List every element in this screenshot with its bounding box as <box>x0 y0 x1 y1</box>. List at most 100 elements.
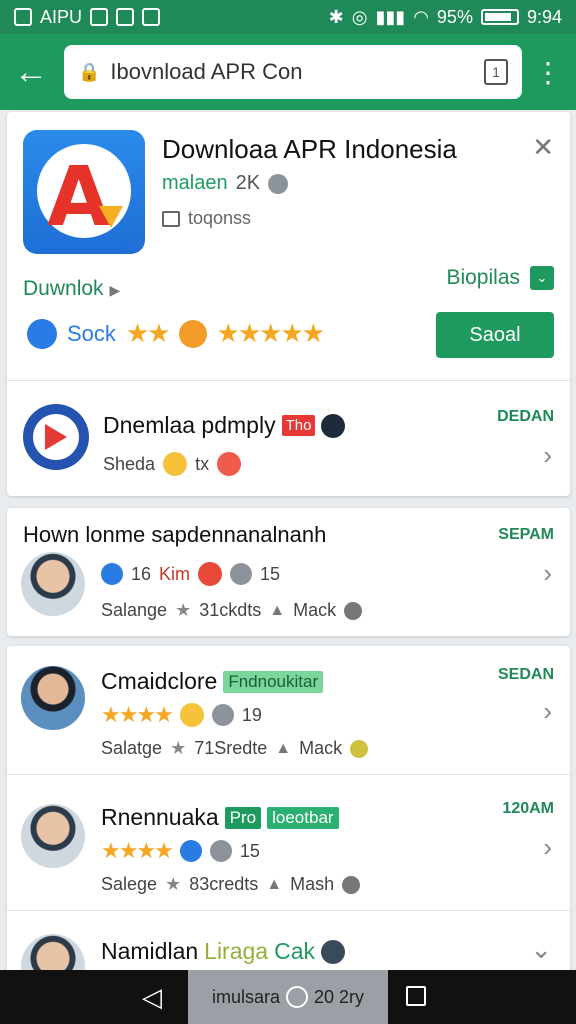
gallery-icon <box>142 8 161 26</box>
star-icon: ★ <box>175 600 192 620</box>
status-badge: Pro <box>224 806 262 829</box>
avatar[interactable] <box>21 552 85 616</box>
app-card: A Downloaa APR Indonesia ✕ malaen 2K toq… <box>7 112 570 496</box>
nav-text-a: imulsara <box>211 986 280 1007</box>
item-footer: Salege ★ 83credts ▲ Mash <box>101 874 361 895</box>
star-icon: ★ <box>165 874 182 894</box>
nav-home-area[interactable]: imulsara 20 2ry <box>188 970 388 1024</box>
timestamp: DEDAN <box>497 408 554 425</box>
avatar[interactable] <box>21 666 85 730</box>
mail-icon <box>116 8 135 26</box>
send-button[interactable]: Saoal <box>436 312 554 358</box>
battery-percent: 95% <box>436 6 473 27</box>
rating-row: ★★★★ 15 <box>101 838 260 864</box>
star-icon: ★ <box>170 738 187 758</box>
status-badge: Tho <box>281 415 316 436</box>
chevron-right-icon[interactable]: › <box>543 696 552 727</box>
developer-name[interactable]: malaen <box>162 172 228 195</box>
app-meta: malaen 2K <box>162 172 289 195</box>
item-sub-extra: tx <box>195 453 210 474</box>
reply-count: 19 <box>241 704 262 725</box>
user-icon <box>101 563 123 585</box>
close-icon[interactable]: ✕ <box>532 132 554 163</box>
divider <box>7 774 570 775</box>
clock: 9:94 <box>526 6 562 27</box>
reply-count: 15 <box>260 563 281 584</box>
divider <box>7 380 570 381</box>
emoji-icon <box>179 840 202 862</box>
badge-icon <box>178 319 207 348</box>
list-item-title[interactable]: Namidlan Liraga Cak <box>101 938 345 965</box>
chevron-right-icon[interactable]: › <box>543 440 552 471</box>
rating-count: 2K <box>235 172 261 194</box>
item-name: Dnemlaa pdmply <box>103 412 276 438</box>
item-name-b: Liraga <box>204 938 269 964</box>
rating-stars: ★★★★ <box>101 702 174 727</box>
url-bar[interactable]: 🔒 1 <box>64 45 522 99</box>
star-icon: ★★ <box>125 318 171 348</box>
battery-icon <box>480 9 519 25</box>
item-name: Cmaidclore <box>101 668 218 694</box>
category-icon <box>162 210 180 227</box>
footer-a: Salatge <box>101 738 163 758</box>
bioplas-toggle[interactable]: Biopilas ⌄ <box>446 266 554 290</box>
nav-back-icon[interactable]: ◁ <box>142 982 162 1013</box>
footer-b: 83credts <box>189 874 259 894</box>
status-badge: loeotbar <box>267 806 339 829</box>
globe-icon <box>27 318 57 349</box>
chevron-right-icon[interactable]: › <box>543 558 552 589</box>
emoji-icon <box>198 562 223 586</box>
footer-c: Mack <box>299 738 343 758</box>
emoji-icon <box>179 703 204 727</box>
user-list-card: Cmaidclore Fndnoukitar SEDAN ★★★★ 19 Sal… <box>7 646 570 998</box>
chevron-down-icon[interactable]: ⌄ <box>530 266 554 290</box>
emoji-icon <box>163 452 188 476</box>
photo-icon <box>14 8 32 26</box>
footer-a: Salange <box>101 600 168 620</box>
app-category: toqonss <box>162 208 251 229</box>
item-name-c: Cak <box>274 938 315 964</box>
sock-label[interactable]: Sock <box>67 321 116 347</box>
post-title: Hown lonme sapdennanalnanh <box>23 522 327 547</box>
download-link[interactable]: Duwnlok ▶ <box>23 277 120 301</box>
app-logo-icon[interactable]: A <box>23 130 145 254</box>
timestamp: SEDAN <box>497 666 554 683</box>
chevron-down-icon[interactable]: ⌄ <box>530 934 552 965</box>
play-arrow-icon: ▶ <box>109 282 121 298</box>
url-input[interactable] <box>110 59 474 85</box>
alarm-icon: ◎ <box>351 6 368 27</box>
signal-icon: ▮▮▮ <box>375 6 406 27</box>
home-icon[interactable] <box>286 986 308 1008</box>
rating-stars: ★★★★★ <box>216 318 326 348</box>
status-bar: AIPU ✱ ◎ ▮▮▮ ◠ 95% 9:94 <box>0 0 576 34</box>
comment-icon <box>230 563 253 585</box>
dot-icon <box>344 601 363 620</box>
footer-c: Mash <box>290 874 335 894</box>
info-icon <box>268 173 289 194</box>
bluetooth-icon: ✱ <box>328 6 344 27</box>
rating-stars: ★★★★ <box>101 838 174 863</box>
avatar-small-icon <box>321 939 345 964</box>
post-card: Hown lonme sapdennanalnanh SEPAM 16 Kim … <box>7 508 570 636</box>
post-footer: Salange ★ 31ckdts ▲ Mack <box>101 600 363 621</box>
timestamp: SEPAM <box>498 526 554 543</box>
recent-apps-icon[interactable] <box>406 986 426 1006</box>
reply-count: 15 <box>239 840 260 861</box>
person-icon: ▲ <box>266 875 283 893</box>
footer-a: Salege <box>101 874 158 894</box>
list-item-title[interactable]: Rnennuaka Pro loeotbar <box>101 804 339 831</box>
footer-b: 31ckdts <box>199 600 262 620</box>
tab-switcher-icon[interactable]: 1 <box>484 59 508 85</box>
video-app-icon[interactable] <box>23 404 89 470</box>
app-title: Downloaa APR Indonesia <box>162 134 457 164</box>
list-item-title[interactable]: Dnemlaa pdmply Tho <box>103 412 346 439</box>
post-count: 16 <box>131 563 152 584</box>
browser-toolbar: ← 🔒 1 ⋮ <box>0 34 576 110</box>
avatar[interactable] <box>21 804 85 868</box>
category-label: toqonss <box>188 208 252 228</box>
list-item-title[interactable]: Cmaidclore Fndnoukitar <box>101 668 324 695</box>
back-arrow-icon[interactable]: ← <box>14 53 64 92</box>
item-footer: Salatge ★ 71Sredte ▲ Mack <box>101 738 369 759</box>
chevron-right-icon[interactable]: › <box>543 832 552 863</box>
overflow-menu-icon[interactable]: ⋮ <box>522 56 562 89</box>
